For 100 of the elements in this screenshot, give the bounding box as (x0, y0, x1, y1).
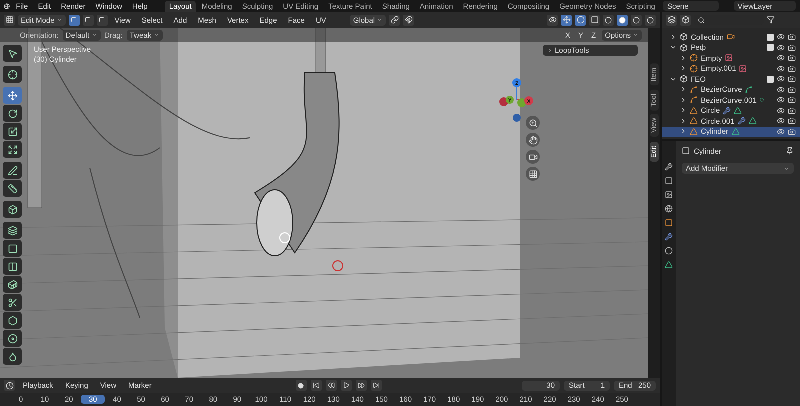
eye-icon[interactable] (777, 86, 785, 94)
grid-icon (6, 16, 14, 24)
pivot-button[interactable] (389, 14, 400, 26)
pin-icon[interactable] (786, 147, 794, 155)
exclude-checkbox[interactable] (767, 44, 774, 52)
layers-icon (668, 16, 676, 24)
zoom-icon (528, 118, 538, 128)
xray-button[interactable] (589, 14, 600, 26)
editor-type-button[interactable] (4, 14, 15, 26)
select-mode-button[interactable] (96, 14, 108, 26)
camera-icon[interactable] (788, 44, 796, 52)
eye-icon[interactable] (777, 54, 785, 62)
square-icon (8, 244, 18, 254)
camera-icon[interactable] (788, 75, 796, 84)
tool-button[interactable] (3, 222, 22, 239)
jump-end-button[interactable] (370, 380, 382, 391)
eye-icon[interactable] (777, 106, 785, 115)
camera-icon[interactable] (788, 33, 796, 42)
shading-mode-button[interactable] (603, 14, 614, 26)
tool-button[interactable] (3, 123, 22, 140)
eye-icon[interactable] (777, 75, 785, 84)
move-icon (562, 16, 570, 24)
caret-icon (377, 17, 384, 23)
eye-icon[interactable] (777, 44, 785, 52)
tool-button[interactable] (3, 87, 22, 104)
tool-button[interactable] (3, 141, 22, 158)
caret-icon (633, 32, 639, 38)
camera-icon[interactable] (788, 117, 796, 126)
tool-button[interactable] (3, 66, 22, 83)
shading-mode-button[interactable] (631, 14, 642, 26)
tool-button[interactable] (3, 312, 22, 329)
visibility-button[interactable] (547, 14, 558, 26)
cursor-arrow-icon (8, 48, 18, 58)
eye-icon[interactable] (777, 96, 785, 104)
camera-icon[interactable] (788, 96, 796, 104)
display-mode-button[interactable] (666, 14, 677, 26)
tool-button[interactable] (3, 258, 22, 275)
tool-button[interactable] (3, 294, 22, 311)
eye-icon[interactable] (777, 128, 785, 136)
jump-start-button[interactable] (310, 380, 322, 391)
eye-icon[interactable] (777, 33, 785, 42)
camera-icon[interactable] (788, 64, 796, 73)
search-icon (698, 16, 705, 24)
square-icon[interactable] (665, 177, 673, 185)
gizmo-button[interactable] (561, 14, 572, 26)
tool-button[interactable] (3, 45, 22, 62)
select-mode-button[interactable] (82, 14, 94, 26)
camera-icon (726, 33, 735, 42)
caret-icon (56, 17, 63, 23)
square-icon[interactable] (665, 219, 673, 227)
chevron-icon[interactable] (670, 44, 677, 52)
move-icon (8, 90, 18, 100)
eye-icon[interactable] (777, 64, 785, 73)
tool-button[interactable] (3, 240, 22, 257)
image-icon[interactable] (665, 191, 673, 199)
columns-icon (8, 262, 18, 272)
caret-icon (92, 32, 98, 38)
chevron-icon[interactable] (670, 76, 677, 83)
shading-mode-button[interactable] (617, 14, 628, 26)
camera-icon[interactable] (788, 54, 796, 62)
tool-button[interactable] (3, 348, 22, 365)
magnet-icon (404, 16, 413, 24)
filter-mode-button[interactable] (680, 14, 691, 26)
overlay-button[interactable] (575, 14, 586, 26)
chevron-icon[interactable] (670, 34, 677, 41)
camera-icon[interactable] (788, 86, 796, 94)
globe-icon[interactable] (665, 205, 673, 213)
eye-icon[interactable] (777, 117, 785, 126)
play-button[interactable] (340, 380, 352, 391)
link-icon (390, 16, 399, 24)
circle-icon (576, 16, 584, 24)
play-icon (342, 382, 350, 389)
select-mode-button[interactable] (68, 14, 80, 26)
curve-icon (690, 96, 698, 104)
caret-icon (154, 32, 160, 38)
tool-button[interactable] (3, 201, 22, 218)
shading-mode-button[interactable] (645, 14, 656, 26)
tool-button[interactable] (3, 162, 22, 179)
tool-button[interactable] (3, 330, 22, 347)
camera-icon (528, 152, 538, 162)
tool-button[interactable] (3, 276, 22, 293)
wrench-icon[interactable] (665, 233, 673, 241)
camera-icon[interactable] (788, 106, 796, 115)
rewind-button[interactable] (326, 380, 337, 391)
image-icon (725, 54, 734, 62)
dot-icon (760, 98, 764, 102)
record-button[interactable] (296, 380, 307, 391)
wrench-icon[interactable] (665, 163, 673, 171)
editor-type-button[interactable] (4, 380, 15, 391)
tool-button[interactable] (3, 180, 22, 197)
crosshair-icon (690, 54, 698, 62)
exclude-checkbox[interactable] (767, 34, 774, 41)
snap-button[interactable] (403, 14, 414, 26)
circle-icon[interactable] (665, 247, 673, 255)
filter-icon[interactable] (767, 16, 775, 24)
camera-icon[interactable] (788, 128, 796, 136)
tool-button[interactable] (3, 105, 22, 122)
triangle-icon[interactable] (665, 261, 673, 269)
exclude-checkbox[interactable] (767, 76, 774, 83)
fast-forward-button[interactable] (356, 380, 367, 391)
